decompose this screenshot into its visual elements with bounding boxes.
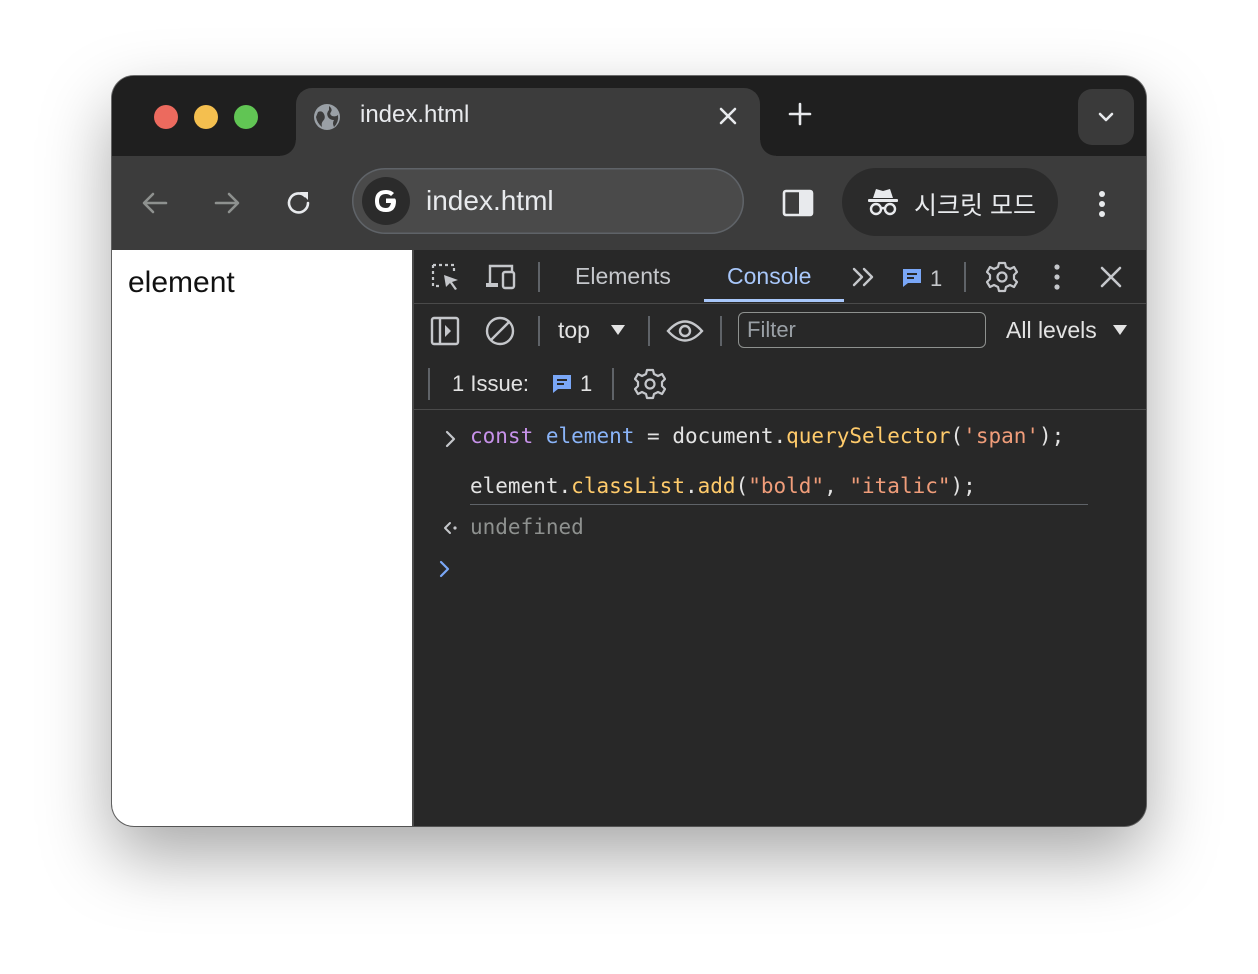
issues-count[interactable]: 1 (930, 266, 942, 292)
toolbar-separator (612, 368, 614, 400)
tab-title: index.html (360, 101, 470, 128)
code-keyword: const (470, 424, 534, 448)
tab-strip: index.html (112, 76, 1146, 156)
inspect-element-icon[interactable] (430, 262, 462, 292)
close-tab-icon[interactable] (714, 102, 742, 130)
toolbar-separator (538, 262, 540, 292)
code-comma: , (824, 474, 850, 498)
url-text: index.html (426, 185, 554, 216)
code-object: document (672, 424, 774, 448)
show-sidebar-icon[interactable] (430, 316, 460, 346)
browser-toolbar: index.html 시크릿 모드 (112, 156, 1146, 250)
levels-dropdown-icon[interactable] (1112, 324, 1128, 336)
incognito-label: 시크릿 모드 (914, 192, 1036, 220)
browser-menu-icon[interactable] (1088, 186, 1116, 222)
code-string: "italic" (849, 474, 951, 498)
back-arrow-icon[interactable] (138, 186, 172, 220)
close-window-button[interactable] (154, 105, 178, 129)
issue-message-icon[interactable] (550, 372, 574, 396)
side-panel-icon[interactable] (780, 185, 816, 221)
new-tab-icon[interactable] (786, 100, 814, 128)
code-dot: . (684, 474, 698, 498)
page-content-text: element (128, 266, 235, 299)
toolbar-separator (428, 368, 430, 400)
console-output-value: undefined (470, 515, 584, 539)
log-levels-dropdown[interactable]: All levels (1006, 317, 1097, 344)
issues-bar: 1 Issue: 1 (414, 358, 1146, 410)
live-expression-eye-icon[interactable] (666, 318, 704, 344)
prompt-chevron-icon[interactable] (438, 560, 452, 578)
google-g-icon[interactable] (362, 177, 410, 225)
context-dropdown-icon[interactable] (610, 324, 626, 336)
tab-console[interactable]: Console (727, 263, 811, 290)
code-paren: ( (950, 424, 964, 448)
tab-search-button[interactable] (1078, 89, 1134, 145)
code-dot: . (773, 424, 787, 448)
maximize-window-button[interactable] (234, 105, 258, 129)
incognito-button[interactable]: 시크릿 모드 (842, 168, 1058, 236)
code-method: add (697, 474, 736, 498)
devtools-menu-icon[interactable] (1050, 262, 1064, 292)
toolbar-separator (538, 316, 540, 346)
settings-gear-icon[interactable] (986, 261, 1018, 293)
clear-console-icon[interactable] (484, 315, 516, 347)
browser-tab[interactable]: index.html (280, 88, 776, 156)
toolbar-separator (720, 316, 722, 346)
code-paren: ( (735, 474, 749, 498)
incognito-icon (868, 189, 898, 216)
console-filter-input[interactable] (738, 312, 986, 348)
input-chevron-icon (445, 430, 456, 448)
toolbar-separator (648, 316, 650, 346)
browser-window: index.html index.html 시크릿 모드 element Ele… (112, 76, 1146, 826)
reload-icon[interactable] (282, 186, 316, 220)
console-settings-gear-icon[interactable] (634, 368, 666, 400)
chevron-down-icon (1098, 112, 1114, 122)
code-string: "bold" (748, 474, 825, 498)
tab-elements[interactable]: Elements (575, 263, 671, 290)
device-toolbar-icon[interactable] (484, 262, 518, 292)
console-output[interactable]: const element = document.querySelector('… (414, 410, 1146, 826)
console-toolbar: top All levels (414, 304, 1146, 358)
more-tabs-icon[interactable] (850, 264, 878, 290)
issues-label[interactable]: 1 Issue: (452, 371, 529, 397)
globe-icon (314, 104, 340, 130)
active-tab-indicator (704, 299, 844, 302)
code-paren: ); (1039, 424, 1065, 448)
code-method: querySelector (786, 424, 951, 448)
input-underline (470, 504, 1088, 505)
code-paren: ); (950, 474, 976, 498)
output-return-icon (444, 522, 457, 534)
issues-bar-count[interactable]: 1 (580, 371, 592, 397)
page-viewport: element (112, 250, 412, 826)
issues-message-icon[interactable] (900, 266, 924, 290)
code-property: classList (571, 474, 685, 498)
devtools-panel: Elements Console 1 top Filter All levels… (414, 250, 1146, 826)
code-dot: . (558, 474, 572, 498)
minimize-window-button[interactable] (194, 105, 218, 129)
code-operator: = (634, 424, 673, 448)
forward-arrow-icon[interactable] (210, 186, 244, 220)
close-devtools-icon[interactable] (1098, 264, 1124, 290)
google-logo-icon (375, 190, 396, 212)
devtools-tab-bar: Elements Console 1 (414, 250, 1146, 304)
toolbar-separator (964, 262, 966, 292)
context-selector[interactable]: top (558, 317, 590, 344)
code-object: element (470, 474, 559, 498)
address-bar[interactable]: index.html (352, 168, 744, 234)
code-variable: element (545, 424, 635, 448)
console-input-line: const element = document.querySelector('… (470, 424, 1064, 448)
code-string: 'span' (963, 424, 1040, 448)
console-input-line: element.classList.add("bold", "italic"); (470, 474, 976, 498)
